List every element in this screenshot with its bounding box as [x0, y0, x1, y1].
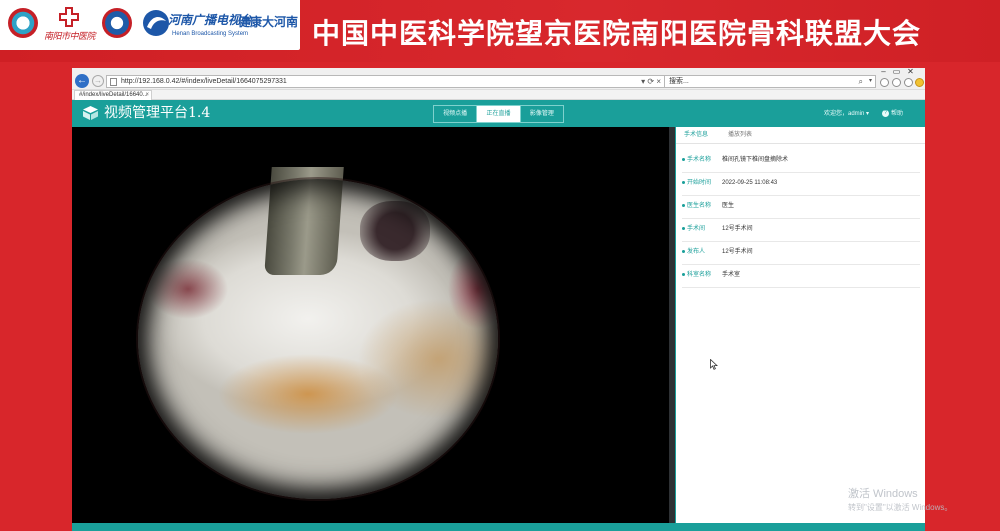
mouse-cursor-icon [710, 359, 718, 370]
help-icon: ? [882, 109, 889, 117]
tv-station-icon [143, 10, 169, 36]
event-title: 中国中医科学院望京医院南阳医院骨科联盟大会 [312, 17, 922, 50]
back-button[interactable]: ← [75, 74, 89, 88]
search-placeholder: 搜索... [669, 78, 689, 85]
info-tabs: 手术信息 播放列表 [676, 127, 925, 144]
bullet-icon [682, 181, 685, 184]
info-row-start-time: 开始时间 2022-09-25 11:08:43 [682, 173, 920, 196]
address-bar-row: ← → http://192.168.0.42/#/index/liveDeta… [72, 68, 925, 90]
maximize-button[interactable]: ▭ [891, 68, 902, 76]
hospital-emblem-icon [102, 8, 132, 38]
tv-station-brand: 健康大河南 [238, 15, 299, 29]
app-header: 视频管理平台1.4 视频点播 正在直播 影像管理 欢迎您，admin ▾ ? 帮助 [72, 100, 925, 127]
url-field[interactable]: http://192.168.0.42/#/index/liveDetail/1… [106, 75, 666, 88]
app-footer-bar [72, 523, 925, 531]
page-icon [110, 78, 117, 86]
info-label: 手术间 [687, 226, 706, 232]
search-input[interactable]: 搜索... ⌕ ▾ [664, 75, 876, 88]
info-label: 开始时间 [687, 180, 712, 186]
minimize-button[interactable]: – [878, 68, 889, 76]
close-window-button[interactable]: ✕ [905, 68, 916, 76]
red-cross-icon [59, 7, 79, 27]
bullet-icon [682, 227, 685, 230]
tab-close-icon[interactable]: × [145, 91, 149, 100]
browser-tab-row: #/index/liveDetail/16640... × [72, 90, 925, 100]
url-text: http://192.168.0.42/#/index/liveDetail/1… [121, 78, 287, 85]
browser-tab-title: #/index/liveDetail/16640... [79, 92, 148, 98]
info-row-operating-room: 手术间 12号手术间 [682, 219, 920, 242]
info-label: 医生名称 [687, 203, 712, 209]
home-icon[interactable] [880, 78, 889, 87]
tab-image-management[interactable]: 影像管理 [521, 106, 563, 122]
info-value: 手术室 [722, 272, 741, 278]
logo-caption: 南阳市中医院 [44, 32, 96, 42]
refresh-stop-icon[interactable]: ▾ ⟳ × [641, 76, 661, 87]
tab-surgery-info[interactable]: 手术信息 [684, 130, 708, 140]
browser-window: ← → http://192.168.0.42/#/index/liveDeta… [72, 68, 925, 531]
live-video-player[interactable] [72, 127, 669, 531]
info-value: 椎间孔镜下椎间盘摘除术 [722, 157, 789, 163]
surgery-info-panel: 手术信息 播放列表 手术名称 椎间孔镜下椎间盘摘除术 开始时间 2022-09-… [676, 127, 925, 531]
tab-live-streaming[interactable]: 正在直播 [477, 106, 521, 122]
favorites-star-icon[interactable] [892, 78, 901, 87]
info-value: 12号手术间 [722, 249, 753, 255]
help-label: 帮助 [891, 111, 904, 117]
watermark-title: 激活 Windows [848, 488, 918, 500]
info-row-surgery-name: 手术名称 椎间孔镜下椎间盘摘除术 [682, 150, 920, 173]
info-value: 2022-09-25 11:08:43 [722, 180, 778, 186]
event-banner: 南阳市中医院 河南广播电视台 Henan Broadcasting System… [0, 0, 1000, 62]
watermark-subtitle: 转到"设置"以激活 Windows。 [848, 503, 953, 512]
bullet-icon [682, 250, 685, 253]
settings-gear-icon[interactable] [904, 78, 913, 87]
feedback-smiley-icon[interactable] [915, 78, 924, 87]
cube-logo-icon [83, 106, 98, 120]
info-row-department: 科室名称 手术室 [682, 265, 920, 288]
search-dropdown-icon[interactable]: ▾ [869, 76, 872, 87]
endoscope-rim [138, 179, 498, 499]
info-label: 手术名称 [687, 157, 712, 163]
hospital-logo-icon [8, 8, 38, 38]
bullet-icon [682, 204, 685, 207]
browser-tab[interactable]: #/index/liveDetail/16640... × [74, 90, 152, 100]
search-icon[interactable]: ⌕ [859, 76, 863, 87]
info-label: 科室名称 [687, 272, 712, 278]
tab-playlist[interactable]: 播放列表 [728, 130, 752, 140]
help-link[interactable]: ? 帮助 [882, 109, 903, 119]
sponsor-logo-strip: 南阳市中医院 河南广播电视台 Henan Broadcasting System… [0, 0, 300, 50]
main-nav-tabs: 视频点播 正在直播 影像管理 [433, 105, 564, 123]
info-row-publisher: 发布人 12号手术间 [682, 242, 920, 265]
user-menu[interactable]: 欢迎您，admin ▾ [824, 109, 869, 119]
bullet-icon [682, 158, 685, 161]
info-label: 发布人 [687, 249, 706, 255]
info-value: 12号手术间 [722, 226, 753, 232]
info-row-doctor: 医生名称 医生 [682, 196, 920, 219]
forward-button[interactable]: → [92, 75, 104, 87]
tab-video-on-demand[interactable]: 视频点播 [434, 106, 478, 122]
bullet-icon [682, 273, 685, 276]
app-title: 视频管理平台1.4 [104, 105, 211, 121]
tv-station-subtitle: Henan Broadcasting System [172, 31, 249, 37]
info-value: 医生 [722, 203, 735, 209]
